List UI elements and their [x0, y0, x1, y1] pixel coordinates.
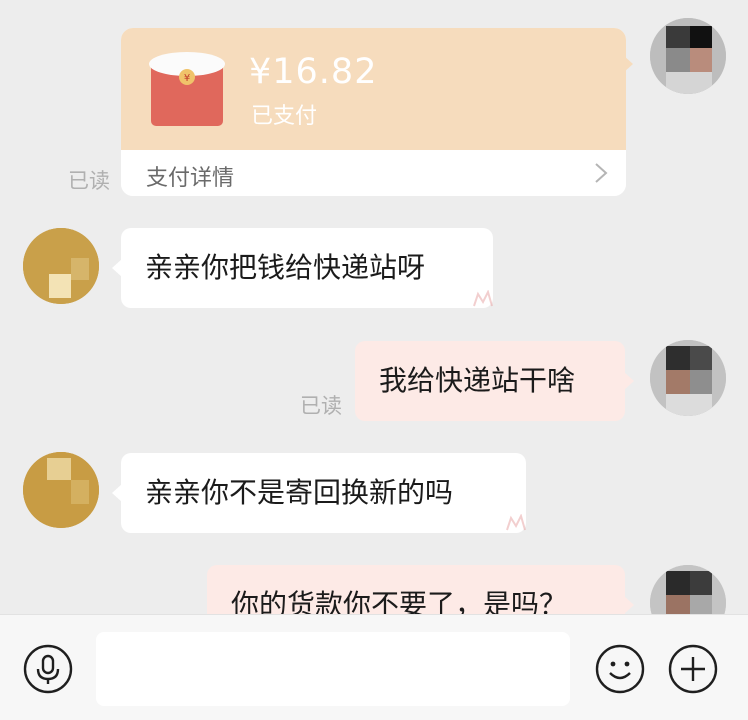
red-packet-status: 已支付: [251, 104, 318, 129]
bubble-tail: [624, 596, 634, 614]
red-packet-amount: ¥16.82: [249, 52, 378, 92]
avatar-self[interactable]: [650, 340, 726, 416]
red-envelope-icon: ¥: [149, 52, 225, 126]
bubble-decoration-icon: [473, 290, 493, 307]
message-text: 亲亲你不是寄回换新的吗: [145, 476, 454, 509]
message-bubble[interactable]: 亲亲你把钱给快递站呀: [121, 228, 493, 308]
message-bubble[interactable]: 我给快递站干啥: [355, 341, 625, 421]
red-packet-footer[interactable]: 支付详情: [121, 150, 626, 196]
microphone-icon[interactable]: [22, 643, 74, 695]
bubble-tail: [623, 55, 633, 73]
message-text: 亲亲你把钱给快递站呀: [145, 251, 426, 284]
chat-window: 已读 ¥ ¥16.82 已支付 支付详情 亲亲你把钱给快递站呀 已读 我给快递站…: [0, 0, 748, 720]
bubble-tail: [624, 372, 634, 390]
svg-text:¥: ¥: [184, 73, 190, 84]
message-input[interactable]: [96, 632, 570, 706]
message-text: 我给快递站干啥: [379, 364, 576, 397]
message-bubble[interactable]: 亲亲你不是寄回换新的吗: [121, 453, 526, 533]
input-bar: [0, 614, 748, 720]
red-packet-header[interactable]: ¥ ¥16.82 已支付: [121, 28, 626, 150]
bubble-decoration-icon: [506, 514, 526, 531]
avatar-contact[interactable]: [23, 452, 99, 528]
read-receipt: 已读: [300, 394, 342, 418]
read-receipt: 已读: [68, 169, 110, 193]
plus-icon[interactable]: [667, 643, 719, 695]
avatar-contact[interactable]: [23, 228, 99, 304]
avatar-self[interactable]: [650, 18, 726, 94]
payment-details-link[interactable]: 支付详情: [146, 160, 234, 192]
chevron-right-icon: [595, 163, 608, 183]
emoji-icon[interactable]: [594, 643, 646, 695]
red-packet-card[interactable]: ¥ ¥16.82 已支付 支付详情: [121, 28, 626, 196]
